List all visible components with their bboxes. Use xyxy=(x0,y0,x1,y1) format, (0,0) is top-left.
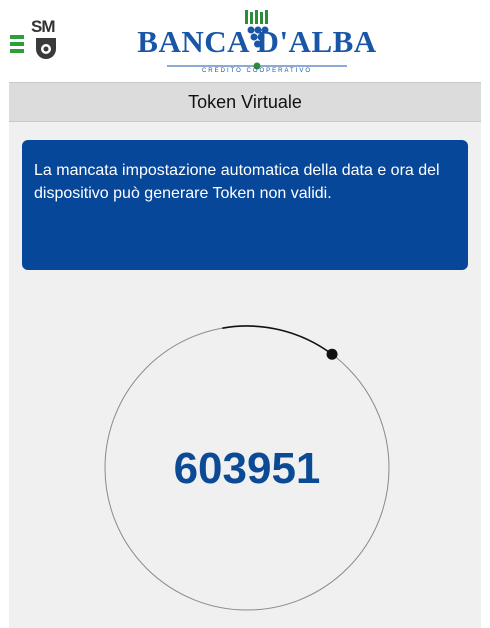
brand-logo: BANCA D'ALBA CREDITO COOPERATIVO xyxy=(137,10,377,82)
header-bar: SM BANCA D'ALBA CREDITO COOPERATIVO xyxy=(9,8,481,82)
hamburger-menu-icon[interactable] xyxy=(10,34,24,54)
token-code: 603951 xyxy=(173,444,321,493)
sm-logo: SM xyxy=(31,17,75,63)
timer-progress-dot xyxy=(326,348,338,360)
brand-subtitle: CREDITO COOPERATIVO xyxy=(201,68,313,74)
sm-logo-text: SM xyxy=(31,17,55,36)
sm-logo-mark-icon xyxy=(36,38,56,59)
timer-progress-arc xyxy=(222,325,333,355)
brand-name: BANCA D'ALBA xyxy=(137,24,377,59)
date-time-warning-notice: La mancata impostazione automatica della… xyxy=(22,140,468,270)
notice-text: La mancata impostazione automatica della… xyxy=(34,162,440,202)
page-title: Token Virtuale xyxy=(9,82,481,122)
app-screen: SM BANCA D'ALBA CREDITO COOPERATIVO Toke… xyxy=(9,8,481,628)
